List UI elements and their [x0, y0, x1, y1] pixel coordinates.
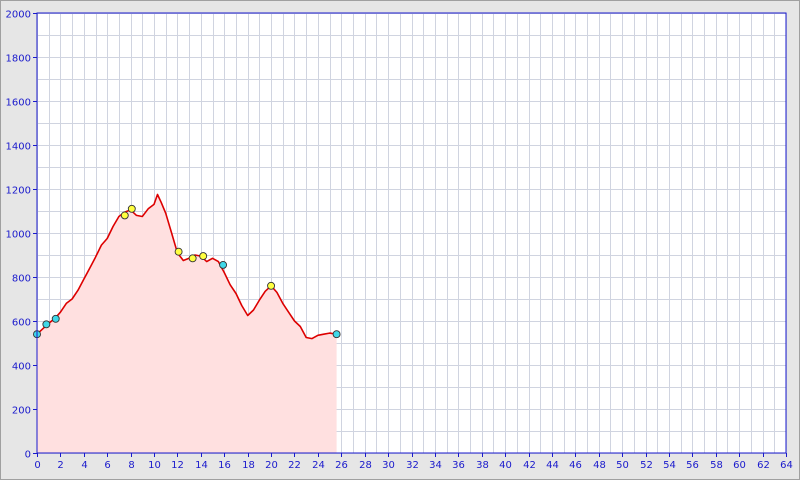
y-tick-label: 0 — [25, 450, 31, 461]
yellow-waypoint-marker — [174, 247, 183, 256]
x-tick-label: 8 — [128, 460, 134, 471]
y-tick-label: 600 — [12, 318, 31, 329]
x-tick-label: 40 — [499, 460, 512, 471]
x-tick-label: 46 — [569, 460, 582, 471]
x-tick-label: 62 — [757, 460, 770, 471]
x-tick-label: 10 — [148, 460, 161, 471]
y-tick-label: 2000 — [6, 10, 31, 21]
x-tick-label: 52 — [640, 460, 653, 471]
y-axis-tick-labels: 0 200 400 600 800 1000 1200 1400 1600 1800 2000 — [6, 10, 31, 461]
cyan-waypoint-marker — [51, 314, 60, 323]
x-tick-label: 64 — [780, 460, 793, 471]
x-tick-label: 50 — [616, 460, 629, 471]
x-axis-tick-labels: 0 2 4 6 8 10 12 14 16 18 20 22 24 26 28 30 32 34 36 38 40 42 4… — [34, 460, 793, 471]
elevation-chart: 0 200 400 600 800 1000 1200 1400 1600 1800 2000 0 2… — [6, 10, 793, 472]
x-tick-label: 34 — [429, 460, 442, 471]
y-tick-label: 200 — [12, 406, 31, 417]
yellow-waypoint-marker — [267, 281, 276, 290]
x-tick-label: 22 — [288, 460, 301, 471]
x-tick-label: 4 — [81, 460, 87, 471]
y-tick-label: 1600 — [6, 98, 31, 109]
yellow-waypoint-marker — [127, 204, 136, 213]
x-tick-label: 20 — [265, 460, 278, 471]
x-tick-label: 44 — [546, 460, 559, 471]
x-tick-label: 30 — [382, 460, 395, 471]
x-tick-label: 42 — [523, 460, 536, 471]
x-tick-label: 60 — [733, 460, 746, 471]
yellow-waypoint-marker — [120, 211, 129, 220]
x-tick-label: 48 — [593, 460, 606, 471]
y-tick-label: 1800 — [6, 54, 31, 65]
x-tick-label: 54 — [663, 460, 676, 471]
x-tick-label: 14 — [195, 460, 208, 471]
x-tick-label: 16 — [218, 460, 231, 471]
x-tick-label: 56 — [686, 460, 699, 471]
x-tick-label: 6 — [104, 460, 110, 471]
cyan-waypoint-marker — [332, 330, 341, 339]
y-tick-label: 1200 — [6, 186, 31, 197]
x-tick-label: 0 — [34, 460, 40, 471]
yellow-waypoint-marker — [199, 252, 208, 261]
x-tick-label: 58 — [710, 460, 723, 471]
x-tick-label: 2 — [57, 460, 63, 471]
y-tick-label: 800 — [12, 274, 31, 285]
x-tick-label: 38 — [476, 460, 489, 471]
cyan-waypoint-marker — [42, 320, 51, 329]
x-tick-label: 26 — [335, 460, 348, 471]
y-tick-label: 1000 — [6, 230, 31, 241]
x-tick-label: 12 — [171, 460, 184, 471]
x-tick-label: 28 — [359, 460, 372, 471]
y-tick-label: 400 — [12, 362, 31, 373]
x-tick-label: 36 — [452, 460, 465, 471]
x-tick-label: 24 — [312, 460, 325, 471]
x-tick-label: 18 — [242, 460, 255, 471]
x-tick-label: 32 — [406, 460, 419, 471]
cyan-waypoint-marker — [219, 260, 228, 269]
y-tick-label: 1400 — [6, 142, 31, 153]
yellow-waypoint-marker — [188, 254, 197, 263]
